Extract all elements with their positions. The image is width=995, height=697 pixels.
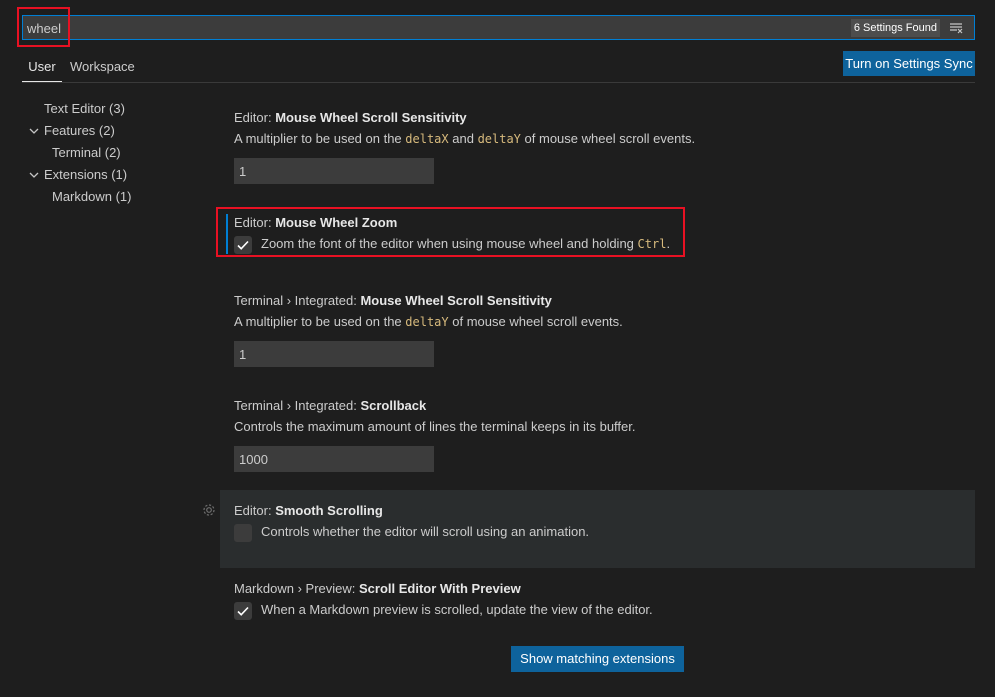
results-count-badge: 6 Settings Found <box>850 19 940 37</box>
setting-name: Mouse Wheel Scroll Sensitivity <box>275 110 467 125</box>
settings-sync-button[interactable]: Turn on Settings Sync <box>843 51 975 76</box>
tabs-divider <box>22 82 975 83</box>
checkbox-label: When a Markdown preview is scrolled, upd… <box>261 602 653 617</box>
terminal-scroll-sensitivity-input[interactable] <box>234 341 434 367</box>
desc-text: of mouse wheel scroll events. <box>448 314 623 329</box>
desc-text: Zoom the font of the editor when using m… <box>261 236 638 251</box>
setting-title: Editor: Mouse Wheel Zoom <box>234 214 397 232</box>
setting-title: Terminal › Integrated: Scrollback <box>234 397 636 415</box>
check-icon <box>237 606 249 616</box>
code-ctrl: Ctrl <box>637 237 667 251</box>
setting-category: Editor: <box>234 503 276 518</box>
setting-title: Markdown › Preview: Scroll Editor With P… <box>234 580 521 598</box>
setting-category: Markdown › Preview: <box>234 581 359 596</box>
clear-filter-icon[interactable] <box>948 20 964 36</box>
focus-indicator <box>226 214 228 254</box>
scroll-sensitivity-input[interactable] <box>234 158 434 184</box>
toc-item-features[interactable]: Features (2) <box>44 122 115 140</box>
tab-workspace[interactable]: Workspace <box>70 56 135 82</box>
code-delta-y: deltaY <box>405 315 449 329</box>
code-delta-y: deltaY <box>477 132 521 146</box>
code-delta-x: deltaX <box>405 132 449 146</box>
setting-markdown-scroll-editor-with-preview: Markdown › Preview: Scroll Editor With P… <box>234 580 521 598</box>
setting-editor-smooth-scrolling: Editor: Smooth Scrolling <box>234 502 383 520</box>
setting-description: A multiplier to be used on the deltaY of… <box>234 313 623 331</box>
gear-icon[interactable] <box>201 502 217 518</box>
setting-description: Controls the maximum amount of lines the… <box>234 419 636 434</box>
scrollback-input[interactable] <box>234 446 434 472</box>
toc-item-terminal[interactable]: Terminal (2) <box>52 144 121 162</box>
setting-terminal-mouse-wheel-scroll-sensitivity: Terminal › Integrated: Mouse Wheel Scrol… <box>234 292 623 367</box>
setting-category: Terminal › Integrated: <box>234 293 361 308</box>
desc-text: and <box>448 131 478 146</box>
settings-search-input[interactable] <box>27 19 727 37</box>
show-matching-extensions-button[interactable]: Show matching extensions <box>511 646 684 672</box>
checkbox-label: Controls whether the editor will scroll … <box>261 524 590 539</box>
setting-name: Smooth Scrolling <box>275 503 383 518</box>
mouse-wheel-zoom-checkbox[interactable] <box>234 236 252 254</box>
setting-name: Mouse Wheel Zoom <box>275 215 398 230</box>
setting-name: Mouse Wheel Scroll Sensitivity <box>360 293 552 308</box>
setting-category: Editor: <box>234 110 276 125</box>
setting-editor-mouse-wheel-scroll-sensitivity: Editor: Mouse Wheel Scroll Sensitivity A… <box>234 109 695 184</box>
setting-category: Editor: <box>234 215 276 230</box>
smooth-scrolling-checkbox[interactable] <box>234 524 252 542</box>
toc-item-markdown[interactable]: Markdown (1) <box>52 188 131 206</box>
desc-text: of mouse wheel scroll events. <box>520 131 696 146</box>
setting-title: Editor: Mouse Wheel Scroll Sensitivity <box>234 109 695 127</box>
setting-description: A multiplier to be used on the deltaX an… <box>234 130 695 148</box>
checkbox-label: Zoom the font of the editor when using m… <box>261 235 670 253</box>
setting-title: Terminal › Integrated: Mouse Wheel Scrol… <box>234 292 623 310</box>
chevron-down-icon[interactable] <box>28 125 40 137</box>
setting-name: Scrollback <box>360 398 427 413</box>
scroll-editor-with-preview-checkbox[interactable] <box>234 602 252 620</box>
desc-text: A multiplier to be used on the <box>234 314 406 329</box>
setting-title: Editor: Smooth Scrolling <box>234 502 383 520</box>
toc-item-extensions[interactable]: Extensions (1) <box>44 166 127 184</box>
setting-category: Terminal › Integrated: <box>234 398 361 413</box>
desc-text: . <box>666 236 671 251</box>
setting-editor-mouse-wheel-zoom: Editor: Mouse Wheel Zoom <box>234 214 397 232</box>
chevron-down-icon[interactable] <box>28 169 40 181</box>
toc-item-text-editor[interactable]: Text Editor (3) <box>44 100 125 118</box>
check-icon <box>237 240 249 250</box>
setting-name: Scroll Editor With Preview <box>358 581 521 596</box>
tab-user[interactable]: User <box>22 56 62 82</box>
search-bar[interactable]: 6 Settings Found <box>22 15 975 40</box>
desc-text: A multiplier to be used on the <box>234 131 406 146</box>
setting-terminal-scrollback: Terminal › Integrated: Scrollback Contro… <box>234 397 636 472</box>
